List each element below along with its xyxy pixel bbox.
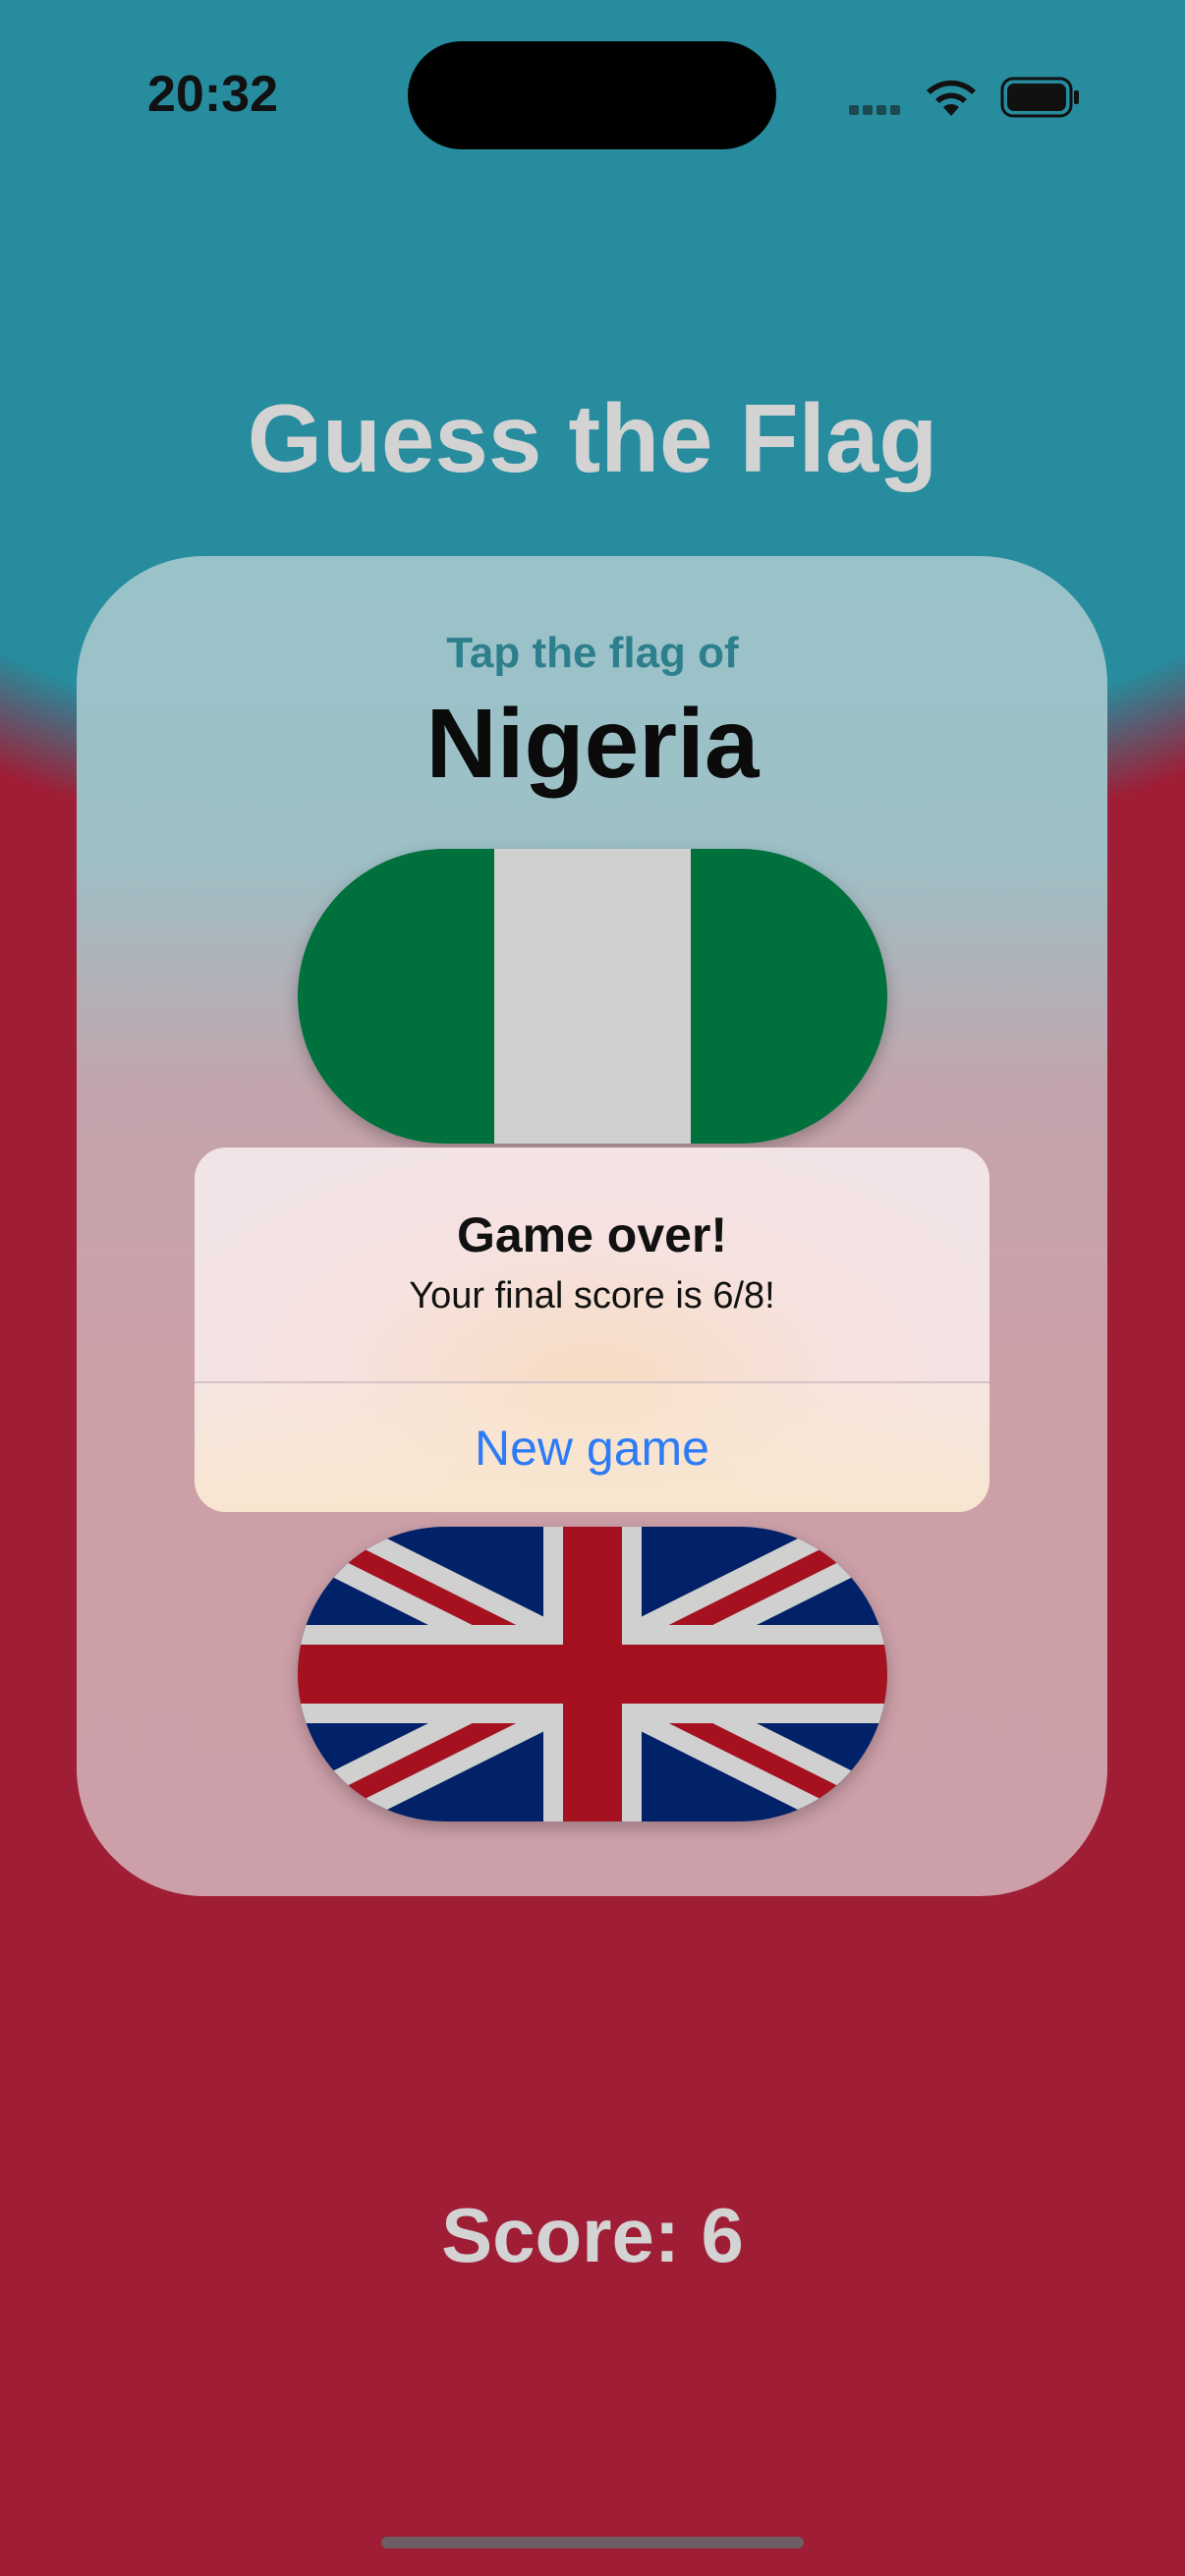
alert-title: Game over!: [456, 1207, 728, 1262]
battery-icon: [1000, 77, 1081, 123]
dynamic-island: [408, 41, 776, 149]
country-name: Nigeria: [425, 689, 760, 799]
score-label: Score: 6: [441, 2192, 744, 2278]
alert-message: Your final score is 6/8!: [409, 1275, 775, 1316]
game-over-alert: Game over! Your final score is 6/8! New …: [195, 1148, 989, 1512]
nigeria-flag-button[interactable]: [298, 849, 887, 1144]
wifi-icon: [924, 77, 979, 123]
uk-flag-button[interactable]: [298, 1527, 887, 1821]
status-time: 20:32: [147, 66, 278, 123]
nigeria-flag-icon: [298, 849, 887, 1144]
app-title: Guess the Flag: [247, 384, 938, 492]
prompt-text: Tap the flag of: [446, 629, 739, 677]
uk-flag-icon: [298, 1527, 887, 1821]
home-indicator[interactable]: [381, 2537, 804, 2548]
new-game-button[interactable]: New game: [195, 1383, 989, 1512]
signal-icon: [849, 102, 904, 120]
